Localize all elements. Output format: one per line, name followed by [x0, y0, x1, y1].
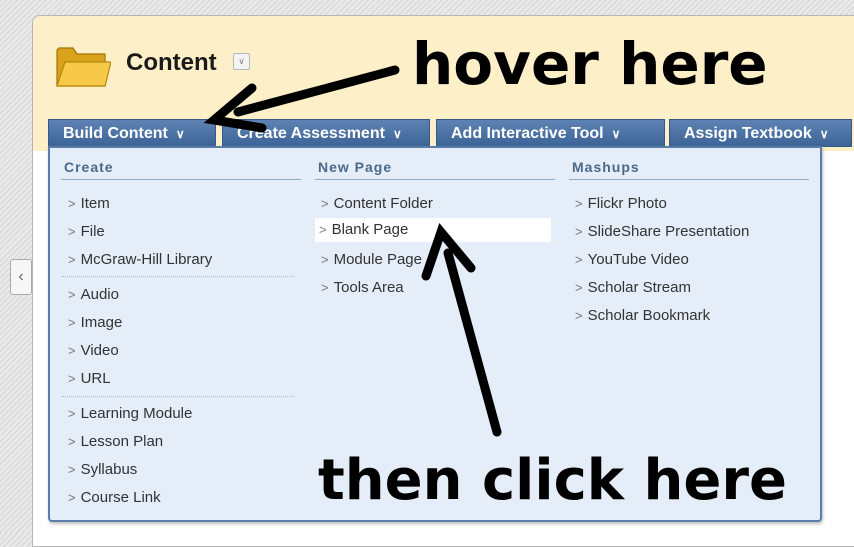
chevron-right-icon: >: [68, 371, 76, 386]
menu-item-image[interactable]: > Image: [64, 311, 122, 335]
chevron-right-icon: >: [68, 343, 76, 358]
menu-item-scholar-bookmark[interactable]: > Scholar Bookmark: [571, 304, 710, 328]
menu-item-lesson-plan[interactable]: > Lesson Plan: [64, 430, 163, 454]
chevron-right-icon: >: [68, 252, 76, 267]
folder-icon: [56, 47, 111, 87]
menu-item-file[interactable]: > File: [64, 220, 105, 244]
hover-here-annotation: hover here: [412, 30, 768, 98]
chevron-right-icon: >: [68, 196, 76, 211]
chevron-right-icon: >: [68, 490, 76, 505]
chevron-right-icon: >: [321, 280, 329, 295]
chevron-down-icon: ∨: [819, 127, 829, 141]
menu-item-tools-area[interactable]: > Tools Area: [317, 276, 404, 300]
create-assessment-button[interactable]: Create Assessment ∨: [222, 119, 430, 147]
button-label: Add Interactive Tool: [451, 125, 604, 142]
chevron-right-icon: >: [68, 462, 76, 477]
menu-item-scholar-stream[interactable]: > Scholar Stream: [571, 276, 691, 300]
menu-item-slideshare-presentation[interactable]: > SlideShare Presentation: [571, 220, 749, 244]
mashups-column-header: Mashups: [569, 159, 809, 180]
collapse-sidebar-button[interactable]: ‹: [10, 259, 32, 295]
chevron-right-icon: >: [68, 315, 76, 330]
menu-item-blank-page[interactable]: > Blank Page: [315, 218, 551, 242]
chevron-left-icon: ‹: [18, 268, 24, 285]
menu-item-learning-module[interactable]: > Learning Module: [64, 402, 192, 426]
menu-item-module-page[interactable]: > Module Page: [317, 248, 422, 272]
menu-item-item[interactable]: > Item: [64, 192, 110, 216]
chevron-right-icon: >: [575, 196, 583, 211]
click-here-annotation: then click here: [318, 448, 787, 513]
menu-item-content-folder[interactable]: > Content Folder: [317, 192, 433, 216]
chevron-down-icon: ∨: [238, 56, 245, 66]
chevron-right-icon: >: [321, 252, 329, 267]
chevron-right-icon: >: [575, 308, 583, 323]
menu-separator: [62, 276, 294, 277]
chevron-down-icon: ∨: [175, 127, 185, 141]
assign-textbook-button[interactable]: Assign Textbook ∨: [669, 119, 852, 147]
button-label: Assign Textbook: [684, 125, 812, 142]
add-interactive-tool-button[interactable]: Add Interactive Tool ∨: [436, 119, 665, 147]
new-page-column-header: New Page: [315, 159, 555, 180]
menu-item-flickr-photo[interactable]: > Flickr Photo: [571, 192, 667, 216]
chevron-down-icon: ∨: [392, 127, 402, 141]
chevron-right-icon: >: [575, 280, 583, 295]
chevron-down-icon: ∨: [611, 127, 621, 141]
menu-item-youtube-video[interactable]: > YouTube Video: [571, 248, 689, 272]
build-content-button[interactable]: Build Content ∨: [48, 119, 216, 147]
menu-item-syllabus[interactable]: > Syllabus: [64, 458, 137, 482]
create-column-header: Create: [61, 159, 301, 180]
chevron-right-icon: >: [575, 224, 583, 239]
chevron-right-icon: >: [319, 222, 327, 237]
menu-item-url[interactable]: > URL: [64, 367, 111, 391]
menu-item-mcgraw-hill-library[interactable]: > McGraw-Hill Library: [64, 248, 212, 272]
chevron-right-icon: >: [68, 224, 76, 239]
button-label: Create Assessment: [237, 125, 385, 142]
button-label: Build Content: [63, 125, 168, 142]
menu-separator: [62, 396, 294, 397]
menu-item-audio[interactable]: > Audio: [64, 283, 119, 307]
chevron-right-icon: >: [68, 287, 76, 302]
menu-item-video[interactable]: > Video: [64, 339, 119, 363]
chevron-right-icon: >: [68, 406, 76, 421]
title-options-button[interactable]: ∨: [233, 53, 250, 70]
menu-item-course-link[interactable]: > Course Link: [64, 486, 161, 510]
chevron-right-icon: >: [575, 252, 583, 267]
chevron-right-icon: >: [68, 434, 76, 449]
chevron-right-icon: >: [321, 196, 329, 211]
page-title: Content: [126, 49, 217, 76]
